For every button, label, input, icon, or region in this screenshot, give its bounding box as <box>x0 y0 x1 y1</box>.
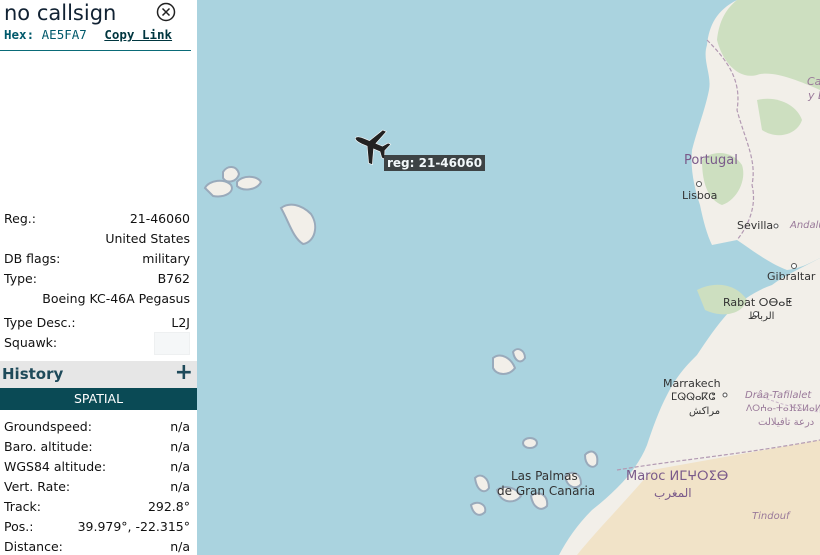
region-label-ca: Ca <box>807 75 820 88</box>
callsign-title: no callsign <box>4 1 117 25</box>
spatial-row-position: Pos.: 39.979°, -22.315° <box>4 519 190 537</box>
region-label-tindouf: Tindouf <box>752 511 790 522</box>
region-label-y: y L <box>808 89 820 102</box>
squawk-value <box>154 332 190 355</box>
spatial-row-wgs84-altitude: WGS84 altitude: n/a <box>4 459 190 477</box>
city-label-sevilla: Sevilla <box>737 219 774 232</box>
city-label-gibraltar: Gibraltar <box>767 270 816 283</box>
spatial-key: Distance: <box>4 539 63 554</box>
detail-key: DB flags: <box>4 251 61 266</box>
spatial-tab[interactable]: SPATIAL <box>0 388 197 410</box>
copy-link[interactable]: Copy Link <box>104 27 172 42</box>
hex-label: Hex: <box>4 27 35 42</box>
hex-value: AE5FA7 <box>41 27 87 42</box>
region-label-andalu: Andalu <box>790 220 820 231</box>
history-title: History <box>2 365 64 383</box>
detail-row-country: United States <box>4 231 190 249</box>
detail-key: Reg.: <box>4 211 36 226</box>
spatial-value: n/a <box>170 479 190 494</box>
country-label-maroc: Maroc ⵍⵎⵖⵔⵉⴱ <box>626 469 729 484</box>
detail-value: 21-46060 <box>129 211 190 226</box>
aircraft-info-panel: no callsign Hex: AE5FA7 Copy Link Reg.: 2… <box>0 0 197 555</box>
detail-row-type: Type: B762 <box>4 271 190 289</box>
region-label-draa: Drâa-Tafilalet <box>745 390 812 401</box>
close-icon[interactable] <box>156 2 176 22</box>
city-label-rabat-ar: الرباط <box>748 311 775 322</box>
spatial-row-groundspeed: Groundspeed: n/a <box>4 419 190 437</box>
country-label-maroc-ar: المغرب <box>654 486 692 500</box>
detail-row-typename: Boeing KC-46A Pegasus <box>4 291 190 309</box>
spatial-key: Baro. altitude: <box>4 439 93 454</box>
spatial-value: 39.979°, -22.315° <box>77 519 190 534</box>
city-label-marrakech-tz: ⵎⵕⵕⴰⴽⵛ <box>671 392 716 403</box>
city-label-marrakech: Marrakech <box>663 377 721 390</box>
region-label-draa-tz: ⴷⵔⵄⴰ-ⵜⴰⴼⵉⵍⴰⵍⵜ <box>746 404 820 414</box>
city-label-las-palmas: Las Palmas <box>511 469 578 483</box>
spatial-row-track: Track: 292.8° <box>4 499 190 517</box>
history-section-header[interactable]: History + <box>0 361 197 388</box>
detail-value: B762 <box>157 271 190 286</box>
city-label-gran-canaria: de Gran Canaria <box>497 484 596 498</box>
detail-value: military <box>142 251 190 266</box>
spatial-key: Groundspeed: <box>4 419 92 434</box>
spatial-row-distance: Distance: n/a <box>4 539 190 555</box>
spatial-key: Vert. Rate: <box>4 479 71 494</box>
city-label-rabat: Rabat ⵔⴱⴰⵟ <box>723 296 793 309</box>
header-divider <box>0 50 191 51</box>
spatial-key: WGS84 altitude: <box>4 459 107 474</box>
spatial-key: Pos.: <box>4 519 34 534</box>
hex-row: Hex: AE5FA7 Copy Link <box>4 27 172 42</box>
detail-key: Type Desc.: <box>4 315 76 330</box>
city-label-marrakech-ar: مراكش <box>689 406 721 417</box>
detail-key: Squawk: <box>4 335 58 350</box>
city-label-lisboa: Lisboa <box>682 189 718 202</box>
region-label-draa-ar: درعة تافيلالت <box>758 417 815 428</box>
aircraft-reg-label: reg: 21-46060 <box>384 155 486 171</box>
detail-key: Type: <box>4 271 37 286</box>
spatial-value: n/a <box>170 459 190 474</box>
spatial-value: n/a <box>170 419 190 434</box>
detail-value: United States <box>105 231 190 246</box>
map-view[interactable]: reg: 21-46060 Portugal Lisboa Sevilla An… <box>197 0 820 555</box>
detail-row-dbflags: DB flags: military <box>4 251 190 269</box>
detail-row-typedesc: Type Desc.: L2J <box>4 315 190 333</box>
detail-row-squawk: Squawk: <box>4 332 190 355</box>
spatial-value: n/a <box>170 439 190 454</box>
expand-plus-icon[interactable]: + <box>175 362 193 384</box>
spatial-value: n/a <box>170 539 190 554</box>
spatial-row-vert-rate: Vert. Rate: n/a <box>4 479 190 497</box>
spatial-value: 292.8° <box>147 499 190 514</box>
spatial-key: Track: <box>4 499 41 514</box>
detail-value: Boeing KC-46A Pegasus <box>42 291 190 306</box>
country-label-portugal: Portugal <box>684 153 738 168</box>
detail-value: L2J <box>171 315 190 330</box>
spatial-row-baro-altitude: Baro. altitude: n/a <box>4 439 190 457</box>
detail-row-reg: Reg.: 21-46060 <box>4 211 190 229</box>
